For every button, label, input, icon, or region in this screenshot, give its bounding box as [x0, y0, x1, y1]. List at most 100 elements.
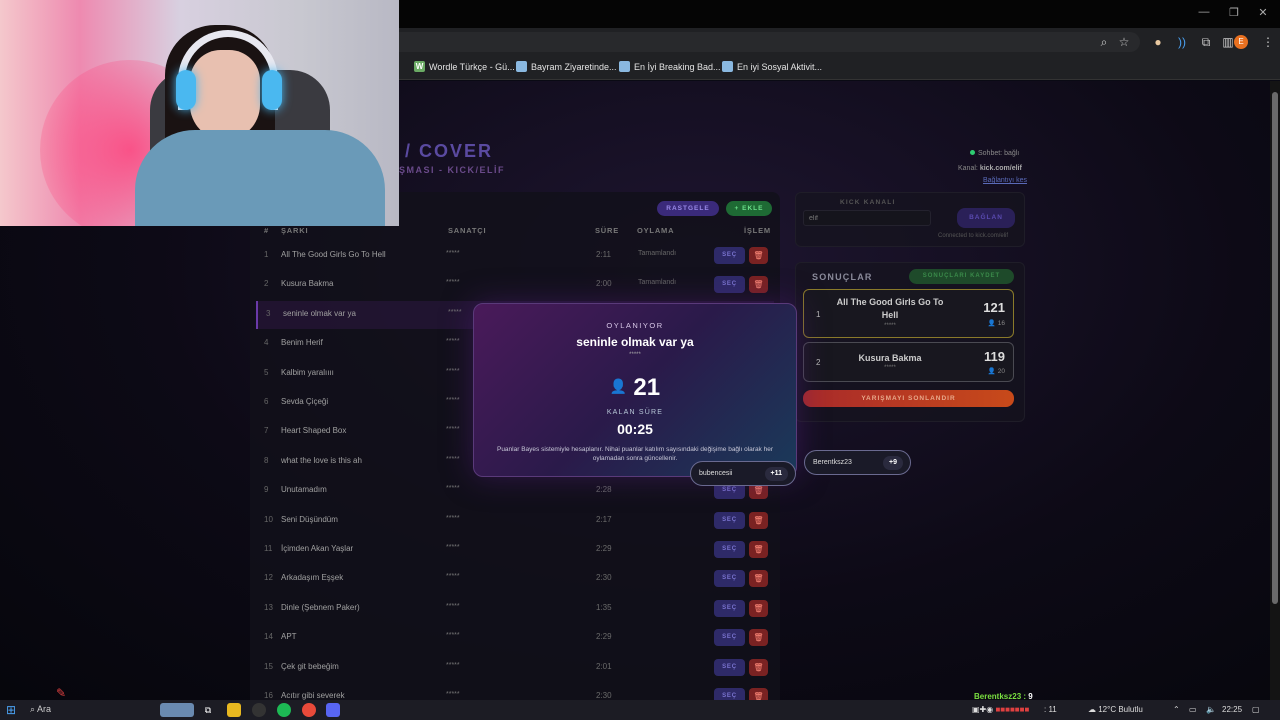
windows-start-icon[interactable]: ⊞	[6, 703, 16, 717]
result-artist: *****	[884, 365, 896, 371]
table-row[interactable]: 1 All The Good Girls Go To Hell ***** 2:11 T…	[256, 242, 774, 270]
vote-toast: bubencesii +11	[690, 461, 796, 486]
close-window-button[interactable]: ✕	[1253, 6, 1273, 19]
bookmark-wordle[interactable]: W Wordle Türkçe - Gü...	[414, 61, 515, 72]
trash-icon[interactable]: 🗑	[749, 511, 768, 529]
notification-icon[interactable]: ▢	[1252, 705, 1260, 714]
scrollbar-thumb[interactable]	[1272, 92, 1278, 604]
vote-count: 👤 21	[473, 374, 797, 402]
bookmark-sosyal[interactable]: En iyi Sosyal Aktivit...	[722, 61, 822, 72]
trash-icon[interactable]: 🗑	[749, 629, 768, 647]
zoom-icon[interactable]: ⌕	[1096, 34, 1112, 50]
select-button[interactable]: SEÇ	[714, 511, 745, 529]
bookmark-label: Bayram Ziyaretinde...	[531, 61, 617, 72]
bookmark-star-icon[interactable]: ☆	[1116, 34, 1132, 50]
bookmark-label: En İyi Breaking Bad...	[634, 61, 721, 72]
row-number: 2	[264, 279, 269, 289]
select-button[interactable]: SEÇ	[714, 276, 745, 294]
task-view-icon[interactable]: ⧉	[201, 703, 215, 717]
weather[interactable]: ☁ 12°C Bulutlu	[1088, 705, 1143, 714]
clock[interactable]: 22:25	[1222, 705, 1242, 714]
table-row[interactable]: 10 Seni Düşündüm ***** 2:17 SEÇ 🗑	[256, 507, 774, 535]
vote-toast: Berentksz23 +9	[804, 450, 911, 475]
menu-dots-icon[interactable]: ⋮	[1260, 34, 1276, 50]
table-row[interactable]: 11 İçimden Akan Yaşlar ***** 2:29 SEÇ 🗑	[256, 536, 774, 564]
minimize-button[interactable]: —	[1194, 6, 1214, 18]
table-row[interactable]: 15 Çek git bebeğim ***** 2:01 SEÇ 🗑	[256, 654, 774, 682]
table-row[interactable]: 14 APT ***** 2:29 SEÇ 🗑	[256, 624, 774, 652]
song-artist: *****	[448, 308, 462, 316]
song-duration: 1:35	[596, 602, 612, 612]
row-number: 9	[264, 485, 269, 495]
translate-icon[interactable]: ))	[1174, 34, 1190, 50]
song-title: Arkadaşım Eşşek	[281, 573, 344, 583]
toast-points: +11	[764, 467, 788, 481]
channel-label: Kanal:	[958, 165, 978, 172]
select-button[interactable]: SEÇ	[714, 541, 745, 558]
tray-chevron-icon[interactable]: ⌃	[1173, 705, 1180, 714]
spotify-icon[interactable]	[277, 703, 291, 717]
select-button[interactable]: SEÇ	[714, 599, 745, 617]
random-button[interactable]: RASTGELE	[657, 201, 719, 216]
song-title: Unutamadım	[281, 485, 327, 495]
kick-channel-input[interactable]	[803, 210, 931, 226]
trash-icon[interactable]: 🗑	[749, 570, 768, 588]
row-number: 8	[264, 455, 269, 465]
bookmark-bayram[interactable]: Bayram Ziyaretinde...	[516, 61, 617, 72]
page-subtitle: ŞMASI - KICK/ELİF	[399, 165, 505, 175]
song-title: Benim Herif	[281, 338, 323, 348]
tray-counter: : 11	[1044, 705, 1057, 714]
header-action: İŞLEM	[744, 226, 771, 235]
file-explorer-icon[interactable]	[227, 703, 241, 717]
trash-icon[interactable]: 🗑	[749, 276, 768, 294]
table-row[interactable]: 12 Arkadaşım Eşşek ***** 2:30 SEÇ 🗑	[256, 565, 774, 593]
select-button[interactable]: SEÇ	[714, 247, 745, 264]
widget-icon[interactable]	[160, 703, 194, 717]
save-results-button[interactable]: SONUÇLARI KAYDET	[909, 269, 1014, 284]
trash-icon[interactable]: 🗑	[749, 247, 768, 264]
result-rank: 1	[816, 310, 821, 319]
trash-icon[interactable]: 🗑	[749, 658, 768, 676]
channel-value: kick.com/elif	[979, 165, 1022, 172]
song-artist: *****	[446, 367, 460, 375]
maximize-button[interactable]: ❐	[1224, 6, 1244, 19]
discord-icon[interactable]	[326, 703, 340, 717]
song-artist: *****	[446, 455, 460, 463]
kick-channel-label: KICK KANALI	[840, 199, 896, 206]
headset-ear-left	[176, 70, 196, 110]
connected-status: Connected to kick.com/elif	[938, 233, 1009, 239]
obs-icon[interactable]	[252, 703, 266, 717]
headset-ear-right	[262, 70, 282, 110]
result-voters: 👤 20	[988, 367, 1005, 375]
select-button[interactable]: SEÇ	[714, 570, 745, 588]
tray-app-icons[interactable]: ▣✚◉ ■■■■■■■	[972, 705, 1029, 714]
add-song-button[interactable]: + EKLE	[726, 201, 772, 216]
song-title: Dinle (Şebnem Paker)	[281, 602, 360, 612]
end-contest-button[interactable]: YARIŞMAYI SONLANDIR	[803, 390, 1014, 407]
trash-icon[interactable]: 🗑	[749, 541, 768, 558]
omnibox[interactable]	[380, 32, 1140, 52]
table-row[interactable]: 2 Kusura Bakma ***** 2:00 Tamamlandı SEÇ 🗑	[256, 271, 774, 299]
taskbar-search[interactable]: ⌕ Ara	[30, 704, 51, 715]
row-number: 16	[264, 691, 273, 700]
chrome-icon[interactable]	[302, 703, 316, 717]
select-button[interactable]: SEÇ	[714, 629, 745, 647]
bookmark-label: En iyi Sosyal Aktivit...	[737, 61, 823, 72]
volume-icon[interactable]: 🔈	[1206, 705, 1216, 714]
extension-icon[interactable]: ●	[1150, 34, 1166, 50]
row-number: 7	[264, 426, 269, 436]
voting-song-artist: *****	[629, 352, 641, 358]
song-duration: 2:28	[596, 485, 612, 495]
select-button[interactable]: SEÇ	[714, 658, 745, 676]
table-row[interactable]: 13 Dinle (Şebnem Paker) ***** 1:35 SEÇ 🗑	[256, 595, 774, 623]
extensions-puzzle-icon[interactable]: ⧉	[1198, 34, 1214, 50]
song-artist: *****	[446, 397, 460, 404]
disconnect-link[interactable]: Bağlantıyı kes	[983, 177, 1027, 184]
song-artist: *****	[446, 338, 460, 346]
connect-button[interactable]: BAĞLAN	[957, 208, 1015, 228]
image-icon	[516, 61, 527, 72]
bookmark-breaking-bad[interactable]: En İyi Breaking Bad...	[619, 61, 721, 72]
network-icon[interactable]: ▭	[1189, 705, 1197, 714]
trash-icon[interactable]: 🗑	[749, 599, 768, 617]
profile-avatar[interactable]: E	[1234, 35, 1248, 49]
